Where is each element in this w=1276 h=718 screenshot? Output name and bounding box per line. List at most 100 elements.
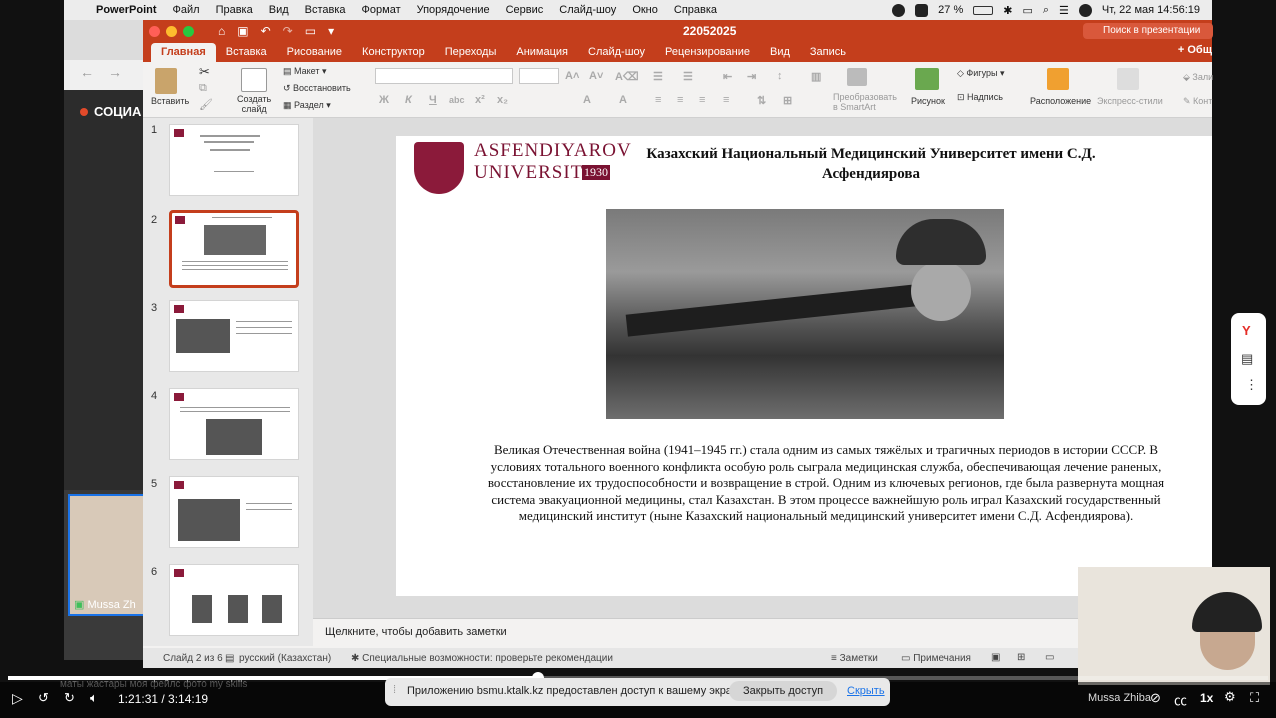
- line-spacing-icon[interactable]: ↕: [777, 70, 783, 82]
- status-app-icon[interactable]: [892, 3, 906, 17]
- picture-icon[interactable]: [915, 68, 939, 90]
- zoom-window-icon[interactable]: [183, 25, 194, 37]
- home-icon[interactable]: ⌂: [218, 24, 225, 38]
- convert-smartart-label[interactable]: Преобразовать в SmartArt: [833, 92, 897, 112]
- more-options-icon[interactable]: ⋮: [1245, 377, 1258, 393]
- save-icon[interactable]: ▣: [237, 24, 248, 38]
- bluetooth-icon[interactable]: ✱: [1003, 4, 1012, 17]
- menu-help[interactable]: Справка: [674, 4, 717, 16]
- notes-toggle[interactable]: ≡ Заметки: [831, 653, 878, 664]
- subtitles-icon[interactable]: ▤: [1241, 351, 1253, 367]
- notes-placeholder[interactable]: Щелкните, чтобы добавить заметки: [325, 626, 507, 638]
- playback-speed[interactable]: 1x: [1200, 691, 1213, 705]
- numbering-icon[interactable]: ☰: [683, 70, 693, 83]
- share-button[interactable]: + Общ: [1178, 44, 1212, 56]
- tab-transitions[interactable]: Переходы: [435, 46, 507, 62]
- tab-draw[interactable]: Рисование: [277, 46, 352, 62]
- slide-thumbnail-3[interactable]: [169, 300, 299, 372]
- reset-button[interactable]: ↺ Восстановить: [283, 83, 351, 94]
- accessibility-status[interactable]: ✱ Специальные возможности: проверьте рек…: [351, 653, 613, 664]
- slide-thumbnail-6[interactable]: [169, 564, 299, 636]
- font-size-select[interactable]: [519, 68, 559, 84]
- columns-icon[interactable]: ▥: [811, 70, 821, 83]
- font-grow-icon[interactable]: A˄: [565, 70, 579, 82]
- slide-thumbnail-1[interactable]: [169, 124, 299, 196]
- battery-icon[interactable]: [973, 5, 994, 15]
- siri-icon[interactable]: [1078, 3, 1092, 17]
- menu-arrange[interactable]: Упорядочение: [417, 4, 490, 16]
- increase-indent-icon[interactable]: ⇥: [747, 70, 756, 83]
- menu-insert[interactable]: Вставка: [305, 4, 346, 16]
- redo-icon[interactable]: ↷: [283, 24, 293, 38]
- picture-label[interactable]: Рисунок: [911, 96, 945, 106]
- volume-icon[interactable]: 🔈︎: [90, 690, 98, 706]
- menu-window[interactable]: Окно: [632, 4, 658, 16]
- section-button[interactable]: ▦ Раздел ▾: [283, 100, 331, 111]
- search-input[interactable]: Поиск в презентации: [1083, 23, 1213, 39]
- new-slide-label[interactable]: Создать слайд: [237, 94, 271, 114]
- hide-notice-link[interactable]: Скрыть: [847, 685, 885, 697]
- menu-file[interactable]: Файл: [173, 4, 200, 16]
- close-window-icon[interactable]: [149, 25, 160, 37]
- tab-animations[interactable]: Анимация: [506, 46, 578, 62]
- align-center-icon[interactable]: ≡: [677, 94, 683, 106]
- quick-styles-icon[interactable]: [1117, 68, 1139, 90]
- comments-toggle[interactable]: ▭ Примечания: [901, 653, 971, 664]
- new-slide-icon[interactable]: [241, 68, 267, 92]
- font-shrink-icon[interactable]: A˅: [589, 70, 603, 82]
- slide-thumbnail-2[interactable]: [169, 210, 299, 288]
- arrange-icon[interactable]: [1047, 68, 1069, 90]
- shape-outline-button[interactable]: ✎ Конт: [1183, 96, 1212, 107]
- bullets-icon[interactable]: ☰: [653, 70, 663, 83]
- slideshow-from-start-icon[interactable]: ▭: [305, 24, 316, 38]
- shape-fill-button[interactable]: ⬙ Зали: [1183, 72, 1213, 83]
- forward-10-icon[interactable]: ↻: [64, 690, 75, 706]
- fullscreen-icon[interactable]: ⛶: [1250, 690, 1259, 706]
- paste-icon[interactable]: [155, 68, 177, 94]
- rewind-10-icon[interactable]: ↺: [38, 690, 49, 706]
- tab-review[interactable]: Рецензирование: [655, 46, 760, 62]
- superscript-icon[interactable]: x²: [475, 94, 485, 106]
- tab-design[interactable]: Конструктор: [352, 46, 435, 62]
- back-arrow-icon[interactable]: ←: [80, 64, 94, 80]
- screen-mirror-icon[interactable]: ▭: [1022, 4, 1032, 17]
- yandex-icon[interactable]: Y: [1242, 323, 1251, 338]
- arrange-label[interactable]: Расположение: [1030, 96, 1091, 106]
- forward-arrow-icon[interactable]: →: [108, 64, 122, 80]
- menu-app-name[interactable]: PowerPoint: [96, 4, 157, 16]
- align-text-icon[interactable]: ⊞: [783, 94, 792, 107]
- smartart-icon[interactable]: [847, 68, 867, 86]
- char-spacing-icon[interactable]: A: [619, 94, 627, 106]
- italic-icon[interactable]: К: [405, 94, 412, 106]
- underline-icon[interactable]: Ч: [429, 94, 437, 106]
- tab-record[interactable]: Запись: [800, 46, 856, 62]
- menu-slideshow[interactable]: Слайд-шоу: [559, 4, 616, 16]
- menu-tools[interactable]: Сервис: [506, 4, 544, 16]
- cut-icon[interactable]: ✂: [199, 64, 210, 80]
- reading-view-icon[interactable]: ▭: [1045, 652, 1054, 663]
- paste-label[interactable]: Вставить: [151, 96, 189, 106]
- drag-handle-icon[interactable]: ⁞: [393, 684, 396, 696]
- slide-photo[interactable]: [606, 209, 1004, 419]
- slide-sorter-icon[interactable]: ⊞: [1017, 652, 1025, 663]
- font-family-select[interactable]: [375, 68, 513, 84]
- shapes-button[interactable]: ◇ Фигуры ▾: [957, 68, 1004, 79]
- keyboard-layout-icon[interactable]: [915, 3, 929, 17]
- slide-title[interactable]: Казахский Национальный Медицинский Униве…: [646, 144, 1096, 184]
- stop-sharing-button[interactable]: Закрыть доступ: [729, 681, 838, 701]
- tab-home[interactable]: Главная: [151, 43, 216, 62]
- control-center-icon[interactable]: ☰: [1059, 4, 1069, 17]
- language-status[interactable]: русский (Казахстан): [239, 653, 331, 664]
- current-slide[interactable]: ASFENDIYAROV UNIVERSITY 1930 Казахский Н…: [396, 136, 1212, 596]
- slide-thumbnail-5[interactable]: [169, 476, 299, 548]
- tab-slideshow[interactable]: Слайд-шоу: [578, 46, 655, 62]
- menu-view[interactable]: Вид: [269, 4, 289, 16]
- clear-format-icon[interactable]: A⌫: [615, 70, 639, 83]
- subscript-icon[interactable]: x₂: [497, 94, 508, 106]
- minimize-window-icon[interactable]: [166, 25, 177, 37]
- strikethrough-icon[interactable]: abc: [449, 95, 465, 105]
- text-direction-icon[interactable]: ⇅: [757, 94, 766, 107]
- slide-body-text[interactable]: Великая Отечественная война (1941–1945 г…: [486, 442, 1166, 525]
- bold-icon[interactable]: Ж: [379, 94, 389, 106]
- font-color-icon[interactable]: A: [583, 94, 591, 106]
